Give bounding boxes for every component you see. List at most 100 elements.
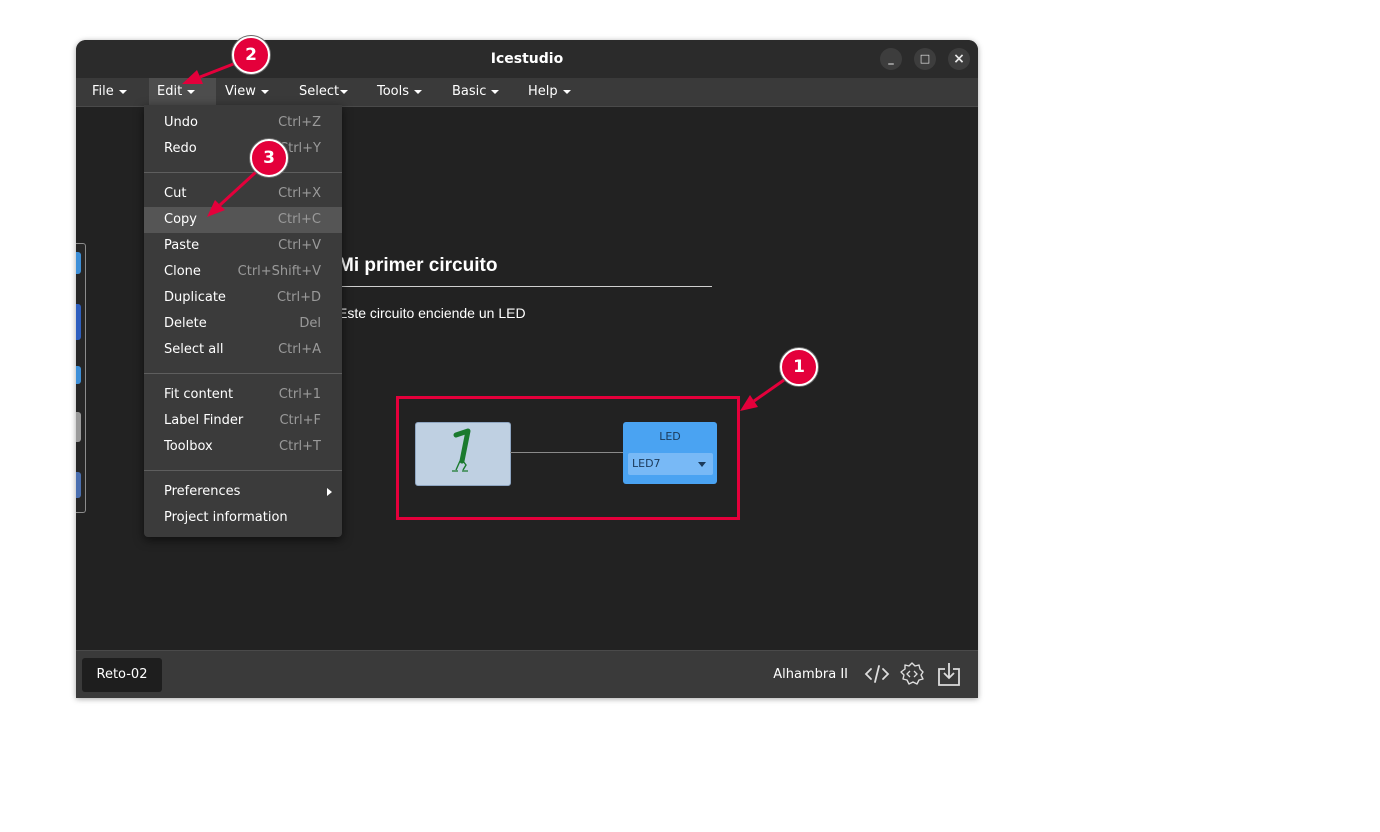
toolbar-chip[interactable]: [76, 252, 81, 274]
edit-menu-dropdown: Undo Ctrl+Z Redo Ctrl+Y Cut Ctrl+X Copy Ctrl…: [144, 105, 342, 537]
menu-item-delete[interactable]: Delete Del: [144, 311, 342, 337]
menu-item-shortcut: Ctrl+C: [277, 212, 321, 227]
menu-file[interactable]: File: [84, 78, 135, 106]
status-bar: Reto-02 Alhambra II: [76, 650, 978, 698]
menu-item-shortcut: Ctrl+Z: [278, 115, 321, 130]
menu-item-shortcut: Ctrl+T: [279, 439, 321, 454]
chevron-down-icon: [340, 89, 349, 94]
left-toolbar: [76, 243, 86, 513]
info-title: Mi primer circuito: [338, 255, 498, 276]
toolbar-chip[interactable]: [76, 304, 81, 340]
menu-item-label: Fit content: [164, 387, 234, 402]
menu-item-label-finder[interactable]: Label Finder Ctrl+F: [144, 408, 342, 434]
menu-item-redo[interactable]: Redo Ctrl+Y: [144, 136, 342, 162]
menu-edit-label: Edit: [157, 84, 183, 99]
menu-item-paste[interactable]: Paste Ctrl+V: [144, 233, 342, 259]
led-block-title: LED: [659, 430, 681, 443]
upload-icon[interactable]: [936, 661, 962, 687]
menu-item-copy[interactable]: Copy Ctrl+C: [144, 207, 342, 233]
menu-item-cut[interactable]: Cut Ctrl+X: [144, 181, 342, 207]
info-divider: [338, 286, 712, 287]
chevron-down-icon: [414, 89, 423, 94]
menu-item-preferences[interactable]: Preferences: [144, 479, 342, 505]
menu-item-shortcut: Ctrl+F: [279, 413, 321, 428]
menu-item-shortcut: Ctrl+X: [278, 186, 321, 201]
menu-divider: [144, 470, 342, 471]
maximize-button[interactable]: □: [914, 48, 936, 70]
maximize-icon: □: [919, 52, 931, 65]
menu-item-label: Delete: [164, 316, 207, 331]
menu-item-label: Toolbox: [164, 439, 213, 454]
project-name-badge[interactable]: Reto-02: [82, 658, 162, 692]
menu-edit[interactable]: Edit: [149, 78, 216, 106]
menu-basic-label: Basic: [452, 84, 487, 99]
menu-item-shortcut: Ctrl+D: [276, 290, 321, 305]
menu-item-select-all[interactable]: Select all Ctrl+A: [144, 337, 342, 363]
menu-item-fit-content[interactable]: Fit content Ctrl+1: [144, 382, 342, 408]
minimize-icon: _: [888, 52, 894, 65]
title-bar: Icestudio _ □ ×: [76, 40, 978, 78]
board-name[interactable]: Alhambra II: [773, 651, 848, 698]
verilog-settings-icon[interactable]: [899, 661, 925, 687]
toolbar-chip[interactable]: [76, 472, 81, 498]
menu-basic[interactable]: Basic: [444, 78, 507, 106]
menu-help-label: Help: [528, 84, 558, 99]
led-pin-select[interactable]: LED7: [628, 453, 713, 475]
chevron-down-icon: [260, 89, 269, 94]
menu-item-label: Paste: [164, 238, 200, 253]
code-icon[interactable]: [864, 661, 890, 687]
toolbar-chip[interactable]: [76, 366, 81, 384]
constant-block[interactable]: [415, 422, 511, 486]
chevron-down-icon: [491, 89, 500, 94]
menu-item-label: Copy: [164, 212, 197, 227]
menu-item-label: Duplicate: [164, 290, 226, 305]
menu-item-label: Cut: [164, 186, 187, 201]
chevron-down-icon: [562, 89, 571, 94]
chevron-down-icon: [118, 89, 127, 94]
menu-view[interactable]: View: [217, 78, 277, 106]
minimize-button[interactable]: _: [880, 48, 902, 70]
close-icon: ×: [953, 51, 965, 67]
menu-item-label: Undo: [164, 115, 198, 130]
menu-item-label: Select all: [164, 342, 224, 357]
close-button[interactable]: ×: [948, 48, 970, 70]
wire[interactable]: [510, 452, 624, 453]
menu-item-shortcut: Ctrl+A: [278, 342, 321, 357]
constant-one-icon: [452, 428, 471, 472]
chevron-down-icon: [187, 89, 196, 94]
menu-item-shortcut: Ctrl+V: [278, 238, 321, 253]
menu-item-label: Preferences: [164, 484, 241, 499]
menu-item-duplicate[interactable]: Duplicate Ctrl+D: [144, 285, 342, 311]
info-text: Este circuito enciende un LED: [338, 305, 526, 321]
menu-item-undo[interactable]: Undo Ctrl+Z: [144, 110, 342, 136]
menu-item-shortcut: Ctrl+1: [278, 387, 321, 402]
menu-divider: [144, 373, 342, 374]
menu-item-label: Label Finder: [164, 413, 244, 428]
menu-file-label: File: [92, 84, 114, 99]
callout-badge-2: 2: [232, 36, 270, 74]
callout-badge-3: 3: [250, 139, 288, 177]
led-pin-value: LED7: [632, 457, 661, 470]
menu-view-label: View: [225, 84, 256, 99]
menu-help[interactable]: Help: [520, 78, 579, 106]
menu-item-label: Clone: [164, 264, 201, 279]
menu-select[interactable]: Select: [291, 78, 356, 106]
led-output-block[interactable]: LED LED7: [623, 422, 717, 484]
menu-item-label: Redo: [164, 141, 197, 156]
menu-item-clone[interactable]: Clone Ctrl+Shift+V: [144, 259, 342, 285]
menu-tools-label: Tools: [377, 84, 410, 99]
menu-item-shortcut: Del: [299, 316, 321, 331]
chevron-right-icon: [327, 488, 332, 496]
menu-item-project-information[interactable]: Project information: [144, 505, 342, 531]
window-title: Icestudio: [490, 51, 564, 67]
menu-item-shortcut: Ctrl+Shift+V: [237, 264, 321, 279]
menu-select-label: Select: [299, 84, 340, 99]
menu-bar: File Edit View Select Tools Basic Help: [76, 78, 978, 107]
menu-item-label: Project information: [164, 510, 288, 525]
dropdown-arrow-icon: [698, 462, 706, 467]
menu-item-toolbox[interactable]: Toolbox Ctrl+T: [144, 434, 342, 460]
toolbar-chip[interactable]: [76, 412, 81, 442]
menu-tools[interactable]: Tools: [369, 78, 430, 106]
menu-divider: [144, 172, 342, 173]
callout-badge-1: 1: [780, 348, 818, 386]
